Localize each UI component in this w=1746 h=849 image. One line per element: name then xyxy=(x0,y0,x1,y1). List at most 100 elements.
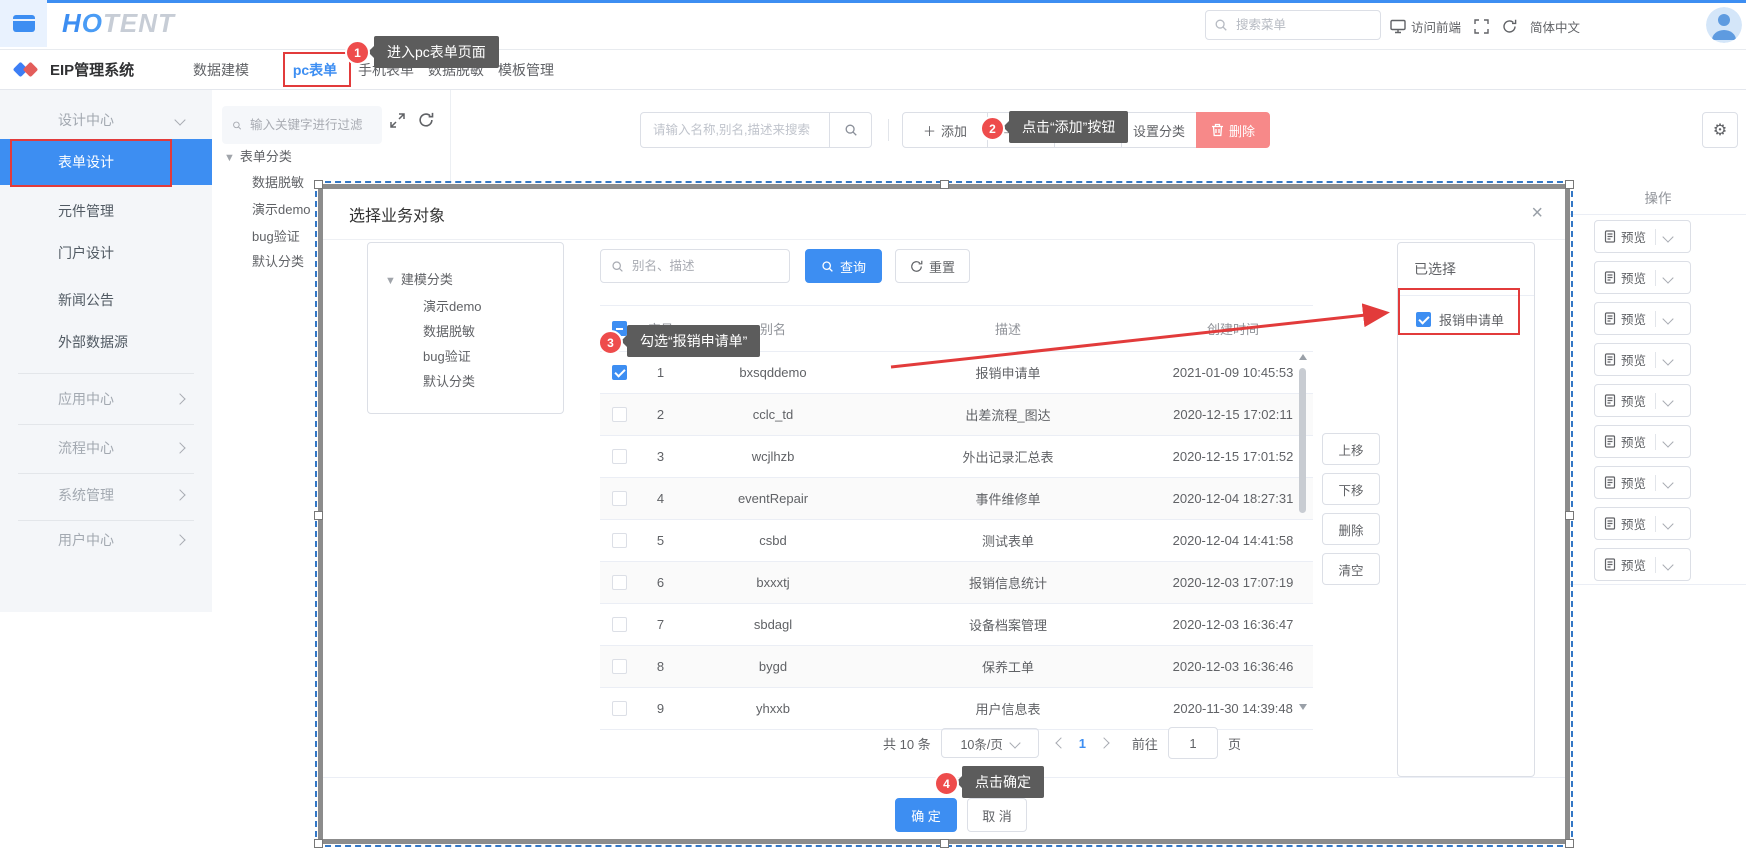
tree-refresh-button[interactable] xyxy=(418,112,434,128)
table-scrollbar[interactable] xyxy=(1298,352,1308,712)
menu-search-box[interactable] xyxy=(1205,10,1381,40)
row-checkbox[interactable] xyxy=(612,407,627,422)
tree-node-root[interactable]: ▼建模分类 xyxy=(385,269,453,288)
scroll-down-icon[interactable] xyxy=(1299,704,1307,710)
table-row[interactable]: 5 csbd 测试表单 2020-12-04 14:41:58 xyxy=(600,520,1313,562)
table-settings-button[interactable]: ⚙ xyxy=(1702,112,1738,148)
tab-data-modeling[interactable]: 数据建模 xyxy=(193,60,249,80)
row-checkbox[interactable] xyxy=(612,617,627,632)
table-row[interactable]: 3 wcjlhzb 外出记录汇总表 2020-12-15 17:01:52 xyxy=(600,436,1313,478)
preview-button[interactable]: 预览 xyxy=(1594,466,1691,499)
sidebar-item-process-center[interactable]: 流程中心 xyxy=(0,427,212,469)
tree-filter-box[interactable] xyxy=(222,106,382,144)
preview-button[interactable]: 预览 xyxy=(1594,425,1691,458)
selected-item-checkbox[interactable] xyxy=(1416,312,1431,327)
table-row[interactable]: 6 bxxxtj 报销信息统计 2020-12-03 17:07:19 xyxy=(600,562,1313,604)
close-icon[interactable]: × xyxy=(1531,202,1543,225)
preview-button[interactable]: 预览 xyxy=(1594,507,1691,540)
menu-search-input[interactable] xyxy=(1234,17,1372,33)
form-search-button[interactable] xyxy=(830,112,872,148)
row-checkbox[interactable] xyxy=(612,491,627,506)
tree-node[interactable]: 数据脱敏 xyxy=(252,172,304,191)
preview-button[interactable]: 预览 xyxy=(1594,384,1691,417)
table-row[interactable]: 7 sbdagl 设备档案管理 2020-12-03 16:36:47 xyxy=(600,604,1313,646)
collapse-sidebar-button[interactable] xyxy=(0,0,47,47)
selected-item[interactable]: 报销申请单 xyxy=(1398,296,1534,329)
sidebar-item-system-mgmt[interactable]: 系统管理 xyxy=(0,474,212,516)
row-checkbox[interactable] xyxy=(612,365,627,380)
selection-handle[interactable] xyxy=(314,180,323,189)
preview-button[interactable]: 预览 xyxy=(1594,302,1691,335)
prev-page-button[interactable] xyxy=(1055,737,1066,748)
goto-page-input[interactable] xyxy=(1168,727,1218,759)
table-row[interactable]: 8 bygd 保养工单 2020-12-03 16:36:46 xyxy=(600,646,1313,688)
tree-node[interactable]: 数据脱敏 xyxy=(423,321,475,340)
add-button[interactable]: ＋添加 xyxy=(902,112,988,148)
tab-pc-form[interactable]: pc表单 xyxy=(293,60,337,80)
preview-button[interactable]: 预览 xyxy=(1594,261,1691,294)
delete-button[interactable]: 删除 xyxy=(1196,112,1270,148)
sidebar-item-user-center[interactable]: 用户中心 xyxy=(0,519,212,561)
sidebar-item-news[interactable]: 新闻公告 xyxy=(0,279,212,321)
tree-node-root[interactable]: ▼表单分类 xyxy=(224,146,292,165)
table-row[interactable]: 4 eventRepair 事件维修单 2020-12-04 18:27:31 xyxy=(600,478,1313,520)
fullscreen-button[interactable] xyxy=(1474,19,1489,34)
row-checkbox[interactable] xyxy=(612,575,627,590)
selection-handle[interactable] xyxy=(314,511,323,520)
scroll-up-icon[interactable] xyxy=(1299,354,1307,360)
tree-node[interactable]: 演示demo xyxy=(423,296,482,315)
set-category-button[interactable]: 设置分类 xyxy=(1121,112,1197,148)
selection-handle[interactable] xyxy=(940,180,949,189)
page-size-select[interactable]: 10条/页 xyxy=(941,728,1039,758)
selection-handle[interactable] xyxy=(1565,180,1574,189)
tab-template-mgmt[interactable]: 模板管理 xyxy=(498,60,554,80)
move-up-button[interactable]: 上移 xyxy=(1322,433,1380,465)
preview-button[interactable]: 预览 xyxy=(1594,548,1691,581)
tree-node[interactable]: 默认分类 xyxy=(252,251,304,270)
sidebar-item-label: 用户中心 xyxy=(58,530,114,550)
row-checkbox[interactable] xyxy=(612,701,627,716)
visit-frontend-button[interactable]: 访问前端 xyxy=(1390,17,1461,36)
selection-handle[interactable] xyxy=(1565,511,1574,520)
clear-selected-button[interactable]: 清空 xyxy=(1322,553,1380,585)
dialog-search-input[interactable] xyxy=(630,258,779,274)
sidebar-item-app-center[interactable]: 应用中心 xyxy=(0,378,212,420)
refresh-button[interactable] xyxy=(1502,19,1517,34)
sidebar-item-form-design[interactable]: 表单设计 xyxy=(0,139,212,185)
tree-node[interactable]: 默认分类 xyxy=(423,371,475,390)
tree-node[interactable]: bug验证 xyxy=(252,226,300,245)
sidebar-item-design-center[interactable]: 设计中心 xyxy=(0,99,212,141)
cancel-button[interactable]: 取 消 xyxy=(967,798,1027,832)
tree-node[interactable]: 演示demo xyxy=(252,199,311,218)
row-checkbox[interactable] xyxy=(612,659,627,674)
tree-node[interactable]: bug验证 xyxy=(423,346,471,365)
table-row[interactable]: 2 cclc_td 出差流程_图达 2020-12-15 17:02:11 xyxy=(600,394,1313,436)
form-search-input[interactable] xyxy=(651,122,819,138)
sidebar-item-component-mgmt[interactable]: 元件管理 xyxy=(0,190,212,232)
table-row[interactable]: 9 yhxxb 用户信息表 2020-11-30 14:39:48 xyxy=(600,688,1313,730)
scrollbar-thumb[interactable] xyxy=(1299,368,1306,513)
selection-handle[interactable] xyxy=(1565,839,1574,848)
confirm-button[interactable]: 确 定 xyxy=(895,798,957,832)
dialog-search-box[interactable] xyxy=(600,249,790,283)
row-checkbox[interactable] xyxy=(612,533,627,548)
avatar[interactable] xyxy=(1706,7,1742,43)
tree-filter-input[interactable] xyxy=(248,117,372,133)
selection-handle[interactable] xyxy=(940,839,949,848)
next-page-button[interactable] xyxy=(1098,737,1109,748)
sidebar-item-external-datasource[interactable]: 外部数据源 xyxy=(0,321,212,363)
language-switcher[interactable]: 简体中文 xyxy=(1530,17,1580,36)
preview-button[interactable]: 预览 xyxy=(1594,343,1691,376)
selection-handle[interactable] xyxy=(314,839,323,848)
row-checkbox[interactable] xyxy=(612,449,627,464)
sidebar-item-portal-design[interactable]: 门户设计 xyxy=(0,232,212,274)
query-button[interactable]: 查询 xyxy=(805,249,882,283)
current-page[interactable]: 1 xyxy=(1075,736,1090,751)
move-down-button[interactable]: 下移 xyxy=(1322,473,1380,505)
reset-button[interactable]: 重置 xyxy=(895,249,970,283)
remove-selected-button[interactable]: 删除 xyxy=(1322,513,1380,545)
preview-button[interactable]: 预览 xyxy=(1594,220,1691,253)
form-search-box[interactable] xyxy=(640,112,830,148)
table-row[interactable]: 1 bxsqddemo 报销申请单 2021-01-09 10:45:53 xyxy=(600,352,1313,394)
tree-expand-button[interactable] xyxy=(390,113,405,128)
